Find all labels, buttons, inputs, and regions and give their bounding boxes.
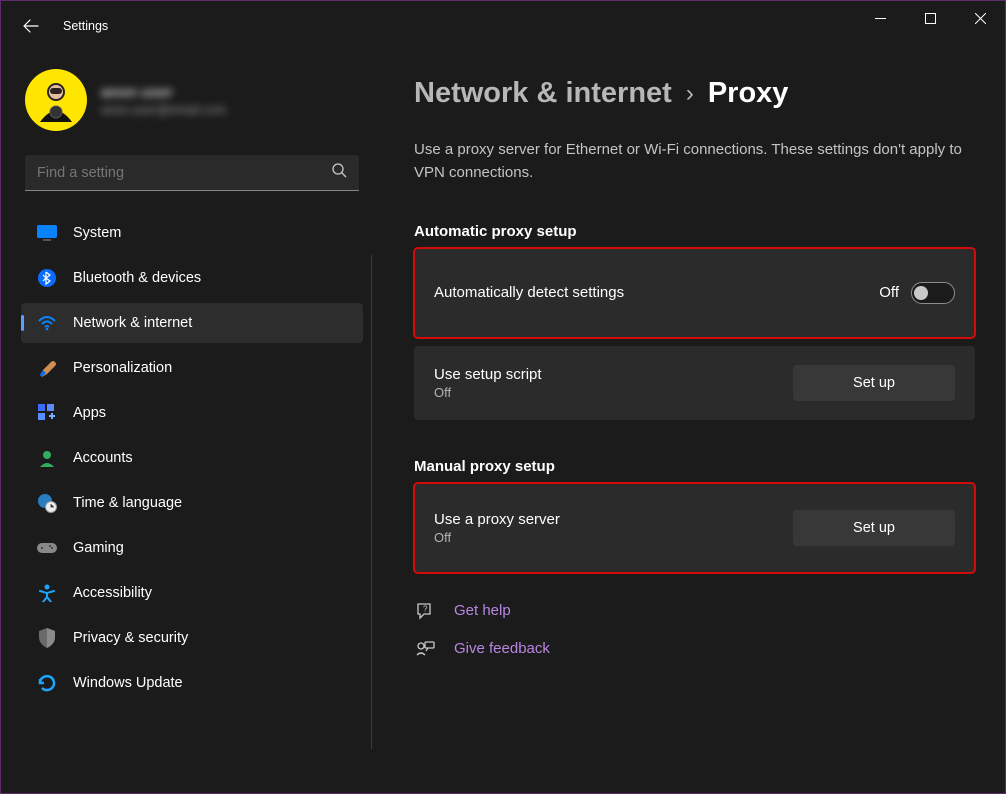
sidebar-item-label: Accessibility [73, 585, 152, 601]
display-icon [37, 223, 57, 243]
auto-detect-label: Automatically detect settings [434, 284, 624, 301]
minimize-button[interactable] [855, 1, 905, 35]
sidebar-item-bluetooth[interactable]: Bluetooth & devices [21, 258, 363, 298]
sidebar-item-label: Accounts [73, 450, 133, 466]
sidebar-item-gaming[interactable]: Gaming [21, 528, 363, 568]
auto-detect-toggle[interactable] [911, 282, 955, 304]
get-help-link[interactable]: ? Get help [414, 601, 975, 621]
sidebar-item-label: Network & internet [73, 315, 192, 331]
sidebar-item-system[interactable]: System [21, 213, 363, 253]
person-icon [37, 448, 57, 468]
proxy-server-label: Use a proxy server [434, 511, 560, 528]
avatar [25, 69, 87, 131]
back-arrow-icon [23, 18, 39, 34]
sidebar-item-network[interactable]: Network & internet [21, 303, 363, 343]
feedback-link[interactable]: Give feedback [414, 639, 975, 659]
accessibility-icon [37, 583, 57, 603]
chevron-right-icon: › [686, 80, 694, 108]
search-box[interactable] [25, 155, 359, 191]
profile-name: anon user [101, 84, 226, 101]
card-proxy-server[interactable]: Use a proxy server Off Set up [414, 483, 975, 573]
search-input[interactable] [37, 165, 331, 181]
svg-text:?: ? [423, 604, 428, 613]
setup-script-label: Use setup script [434, 366, 542, 383]
search-icon [331, 162, 347, 183]
sidebar-item-label: System [73, 225, 121, 241]
breadcrumb-current: Proxy [708, 77, 789, 110]
feedback-label: Give feedback [454, 640, 550, 657]
sidebar-item-label: Gaming [73, 540, 124, 556]
sidebar-item-label: Privacy & security [73, 630, 188, 646]
section-manual-label: Manual proxy setup [414, 458, 975, 475]
sidebar-item-label: Bluetooth & devices [73, 270, 201, 286]
maximize-icon [925, 13, 936, 24]
apps-icon [37, 403, 57, 423]
bluetooth-icon [37, 268, 57, 288]
breadcrumb: Network & internet › Proxy [414, 77, 975, 110]
gamepad-icon [37, 538, 57, 558]
card-setup-script[interactable]: Use setup script Off Set up [414, 346, 975, 420]
sidebar-item-update[interactable]: Windows Update [21, 663, 363, 703]
maximize-button[interactable] [905, 1, 955, 35]
clock-globe-icon [37, 493, 57, 513]
get-help-label: Get help [454, 602, 511, 619]
close-icon [975, 13, 986, 24]
breadcrumb-parent[interactable]: Network & internet [414, 77, 672, 110]
content-pane: Network & internet › Proxy Use a proxy s… [371, 51, 1005, 793]
profile-card[interactable]: anon user anon.user@email.com [17, 51, 367, 155]
minimize-icon [875, 13, 886, 24]
sidebar-item-accounts[interactable]: Accounts [21, 438, 363, 478]
proxy-server-button[interactable]: Set up [793, 510, 955, 546]
wifi-icon [37, 313, 57, 333]
sidebar-item-time[interactable]: Time & language [21, 483, 363, 523]
sidebar-item-label: Personalization [73, 360, 172, 376]
sidebar-item-label: Time & language [73, 495, 182, 511]
feedback-icon [414, 639, 436, 659]
help-icon: ? [414, 601, 436, 621]
sidebar-item-label: Apps [73, 405, 106, 421]
sidebar: anon user anon.user@email.com System B [1, 51, 371, 793]
nav-list: System Bluetooth & devices Network & int… [17, 213, 367, 703]
page-description: Use a proxy server for Ethernet or Wi-Fi… [414, 138, 974, 185]
close-button[interactable] [955, 1, 1005, 35]
sidebar-item-accessibility[interactable]: Accessibility [21, 573, 363, 613]
proxy-server-state: Off [434, 530, 560, 545]
window-title: Settings [63, 19, 108, 33]
sidebar-item-label: Windows Update [73, 675, 183, 691]
sidebar-item-apps[interactable]: Apps [21, 393, 363, 433]
window-controls [855, 1, 1005, 35]
setup-script-state: Off [434, 385, 542, 400]
sidebar-item-personalization[interactable]: Personalization [21, 348, 363, 388]
sidebar-item-privacy[interactable]: Privacy & security [21, 618, 363, 658]
auto-detect-state: Off [879, 284, 899, 301]
card-auto-detect[interactable]: Automatically detect settings Off [414, 248, 975, 338]
profile-email: anon.user@email.com [101, 103, 226, 117]
section-auto-label: Automatic proxy setup [414, 223, 975, 240]
update-icon [37, 673, 57, 693]
setup-script-button[interactable]: Set up [793, 365, 955, 401]
paintbrush-icon [37, 358, 57, 378]
shield-icon [37, 628, 57, 648]
back-button[interactable] [23, 18, 57, 34]
